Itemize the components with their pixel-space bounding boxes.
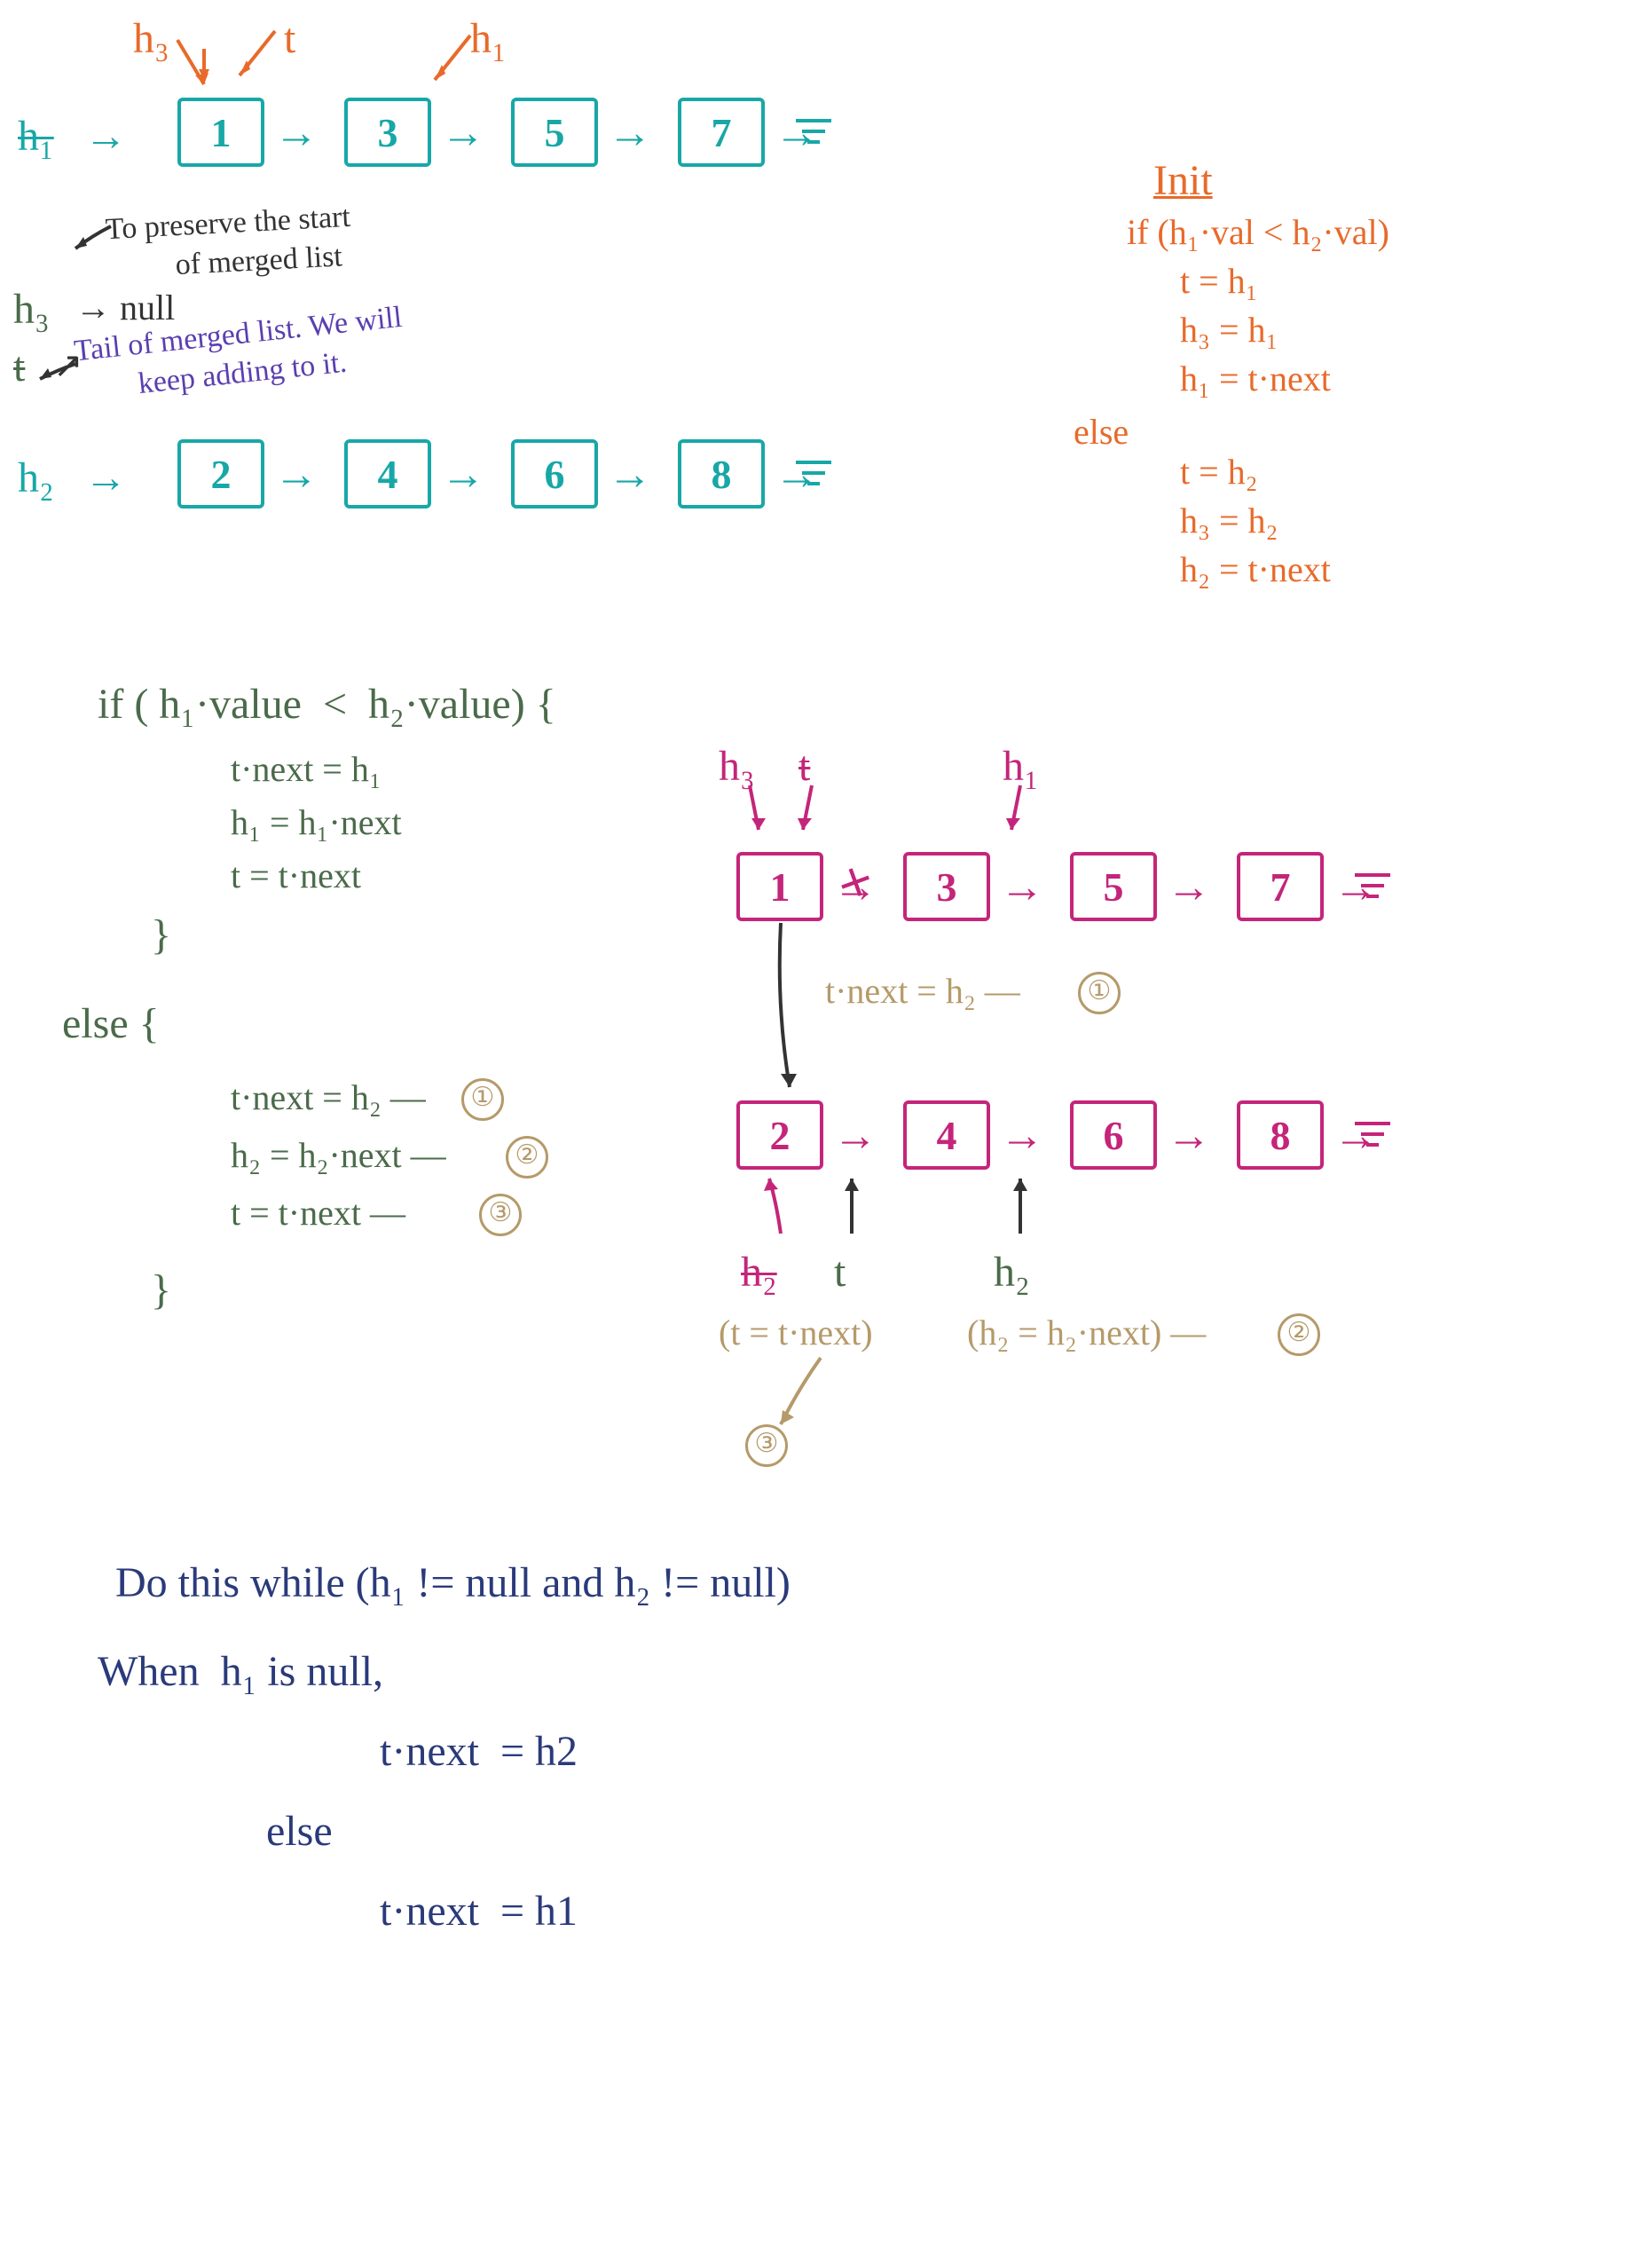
d2-ann-tnext-num: ①	[1078, 972, 1121, 1014]
d2-label-t-new: t	[834, 1242, 846, 1302]
code-line4: t = t·next	[160, 852, 361, 900]
d2-arrow-three	[772, 1353, 834, 1433]
code-line8: h₂ = h₂·next —	[160, 1132, 446, 1179]
init-title: Init	[1153, 151, 1213, 210]
d2-list2-node-0: 2	[736, 1100, 823, 1170]
arrow-tail	[35, 359, 80, 386]
list1-node-2: 5	[511, 98, 598, 167]
d2-list1-node-0: 1	[736, 852, 823, 921]
init-line1: if (h₁·val < h₂·val)	[1127, 209, 1389, 256]
code-line8-num: ②	[506, 1136, 548, 1179]
label-t-bottom: t	[13, 337, 25, 397]
list1-node-3: 7	[678, 98, 765, 167]
d2-arrow-h3	[741, 781, 776, 843]
init-line6: t = h₂	[1145, 448, 1258, 496]
d2-list2: 2 4 6 8	[736, 1100, 1395, 1170]
label-h3-top: h₃	[133, 9, 169, 68]
d2-label-h2-new: h₂	[994, 1242, 1030, 1302]
d2-ann-h2eq: (h₂ = h₂·next) —	[967, 1309, 1206, 1357]
d2-ann-three: ③	[745, 1424, 788, 1467]
d2-list2-node-2: 6	[1070, 1100, 1157, 1170]
d2-ann-teq: (t = t·next)	[719, 1309, 873, 1357]
bottom-line1: Do this while (h₁ != null and h₂ != null…	[115, 1553, 791, 1612]
arrow-t-down	[231, 27, 284, 89]
code-line9-num: ③	[479, 1194, 522, 1236]
code-line2: t·next = h₁	[160, 745, 382, 793]
list1-ground	[791, 110, 836, 154]
d2-list1-node-2: 5	[1070, 852, 1157, 921]
list1-node-1: 3	[344, 98, 431, 167]
list1-node-0: 1	[177, 98, 264, 167]
label-t-top: t	[284, 9, 295, 68]
label-h3-null: h₃	[13, 280, 50, 339]
annotation-preserve: To preserve the start of merged list	[105, 198, 353, 289]
bottom-line4: else	[213, 1802, 333, 1861]
init-line8: h₂ = t·next	[1145, 546, 1331, 594]
code-line6: else {	[62, 994, 160, 1053]
bottom-line2: When h₁ is null,	[98, 1642, 383, 1701]
bottom-line5: t·next = h1	[231, 1881, 578, 1941]
arrow-preserve	[71, 222, 115, 257]
arrow-h2-right: →	[84, 448, 127, 508]
d2-list2-node-3: 8	[1237, 1100, 1324, 1170]
d2-arrow-h2-up	[1003, 1171, 1038, 1242]
code-line7: t·next = h₂ —	[160, 1074, 426, 1122]
linked-list-1: 1 3 5 7	[177, 98, 836, 167]
init-line4: h₁ = t·next	[1145, 355, 1331, 403]
d2-ann-tnext: t·next = h₂ —	[825, 967, 1020, 1015]
code-line7-num: ①	[461, 1078, 504, 1121]
code-line3: h₁ = h₁·next	[160, 799, 402, 847]
list2-node-2: 6	[511, 439, 598, 509]
d2-arrow-h2s-up	[759, 1171, 794, 1242]
d2-list2-ground	[1350, 1113, 1395, 1157]
list2-ground	[791, 452, 836, 496]
code-line1: if ( h₁·value < h₂·value) {	[98, 674, 556, 734]
d2-list2-node-1: 4	[903, 1100, 990, 1170]
arrow-h1-down	[426, 31, 479, 93]
code-line10: }	[151, 1260, 171, 1320]
bottom-line3: t·next = h2	[231, 1722, 578, 1781]
init-line2: t = h₁	[1145, 257, 1258, 305]
d2-ann-h2-num: ②	[1278, 1313, 1320, 1356]
label-h1-old: h₁	[18, 106, 54, 166]
init-line3: h₃ = h₁	[1145, 306, 1278, 354]
init-line5: else	[1074, 408, 1129, 456]
code-line9: t = t·next —	[160, 1189, 405, 1237]
d2-list1-node-1: 3	[903, 852, 990, 921]
d2-arrow-t	[794, 781, 830, 843]
d2-list1-node-3: 7	[1237, 852, 1324, 921]
d2-arrow-h1	[1003, 781, 1038, 843]
list2-node-1: 4	[344, 439, 431, 509]
code-line5: }	[151, 905, 171, 965]
list2-node-0: 2	[177, 439, 264, 509]
label-h2: h₂	[18, 448, 54, 508]
arrow-down-small	[186, 44, 222, 98]
d2-arrow-t-up	[834, 1171, 869, 1242]
d2-list1-ground	[1350, 864, 1395, 909]
list2-node-3: 8	[678, 439, 765, 509]
arrow-h1-right: →	[84, 106, 127, 166]
d2-label-h2-strike: h₂	[741, 1242, 777, 1302]
init-line7: h₃ = h₂	[1145, 497, 1278, 545]
linked-list-2: 2 4 6 8	[177, 439, 836, 509]
